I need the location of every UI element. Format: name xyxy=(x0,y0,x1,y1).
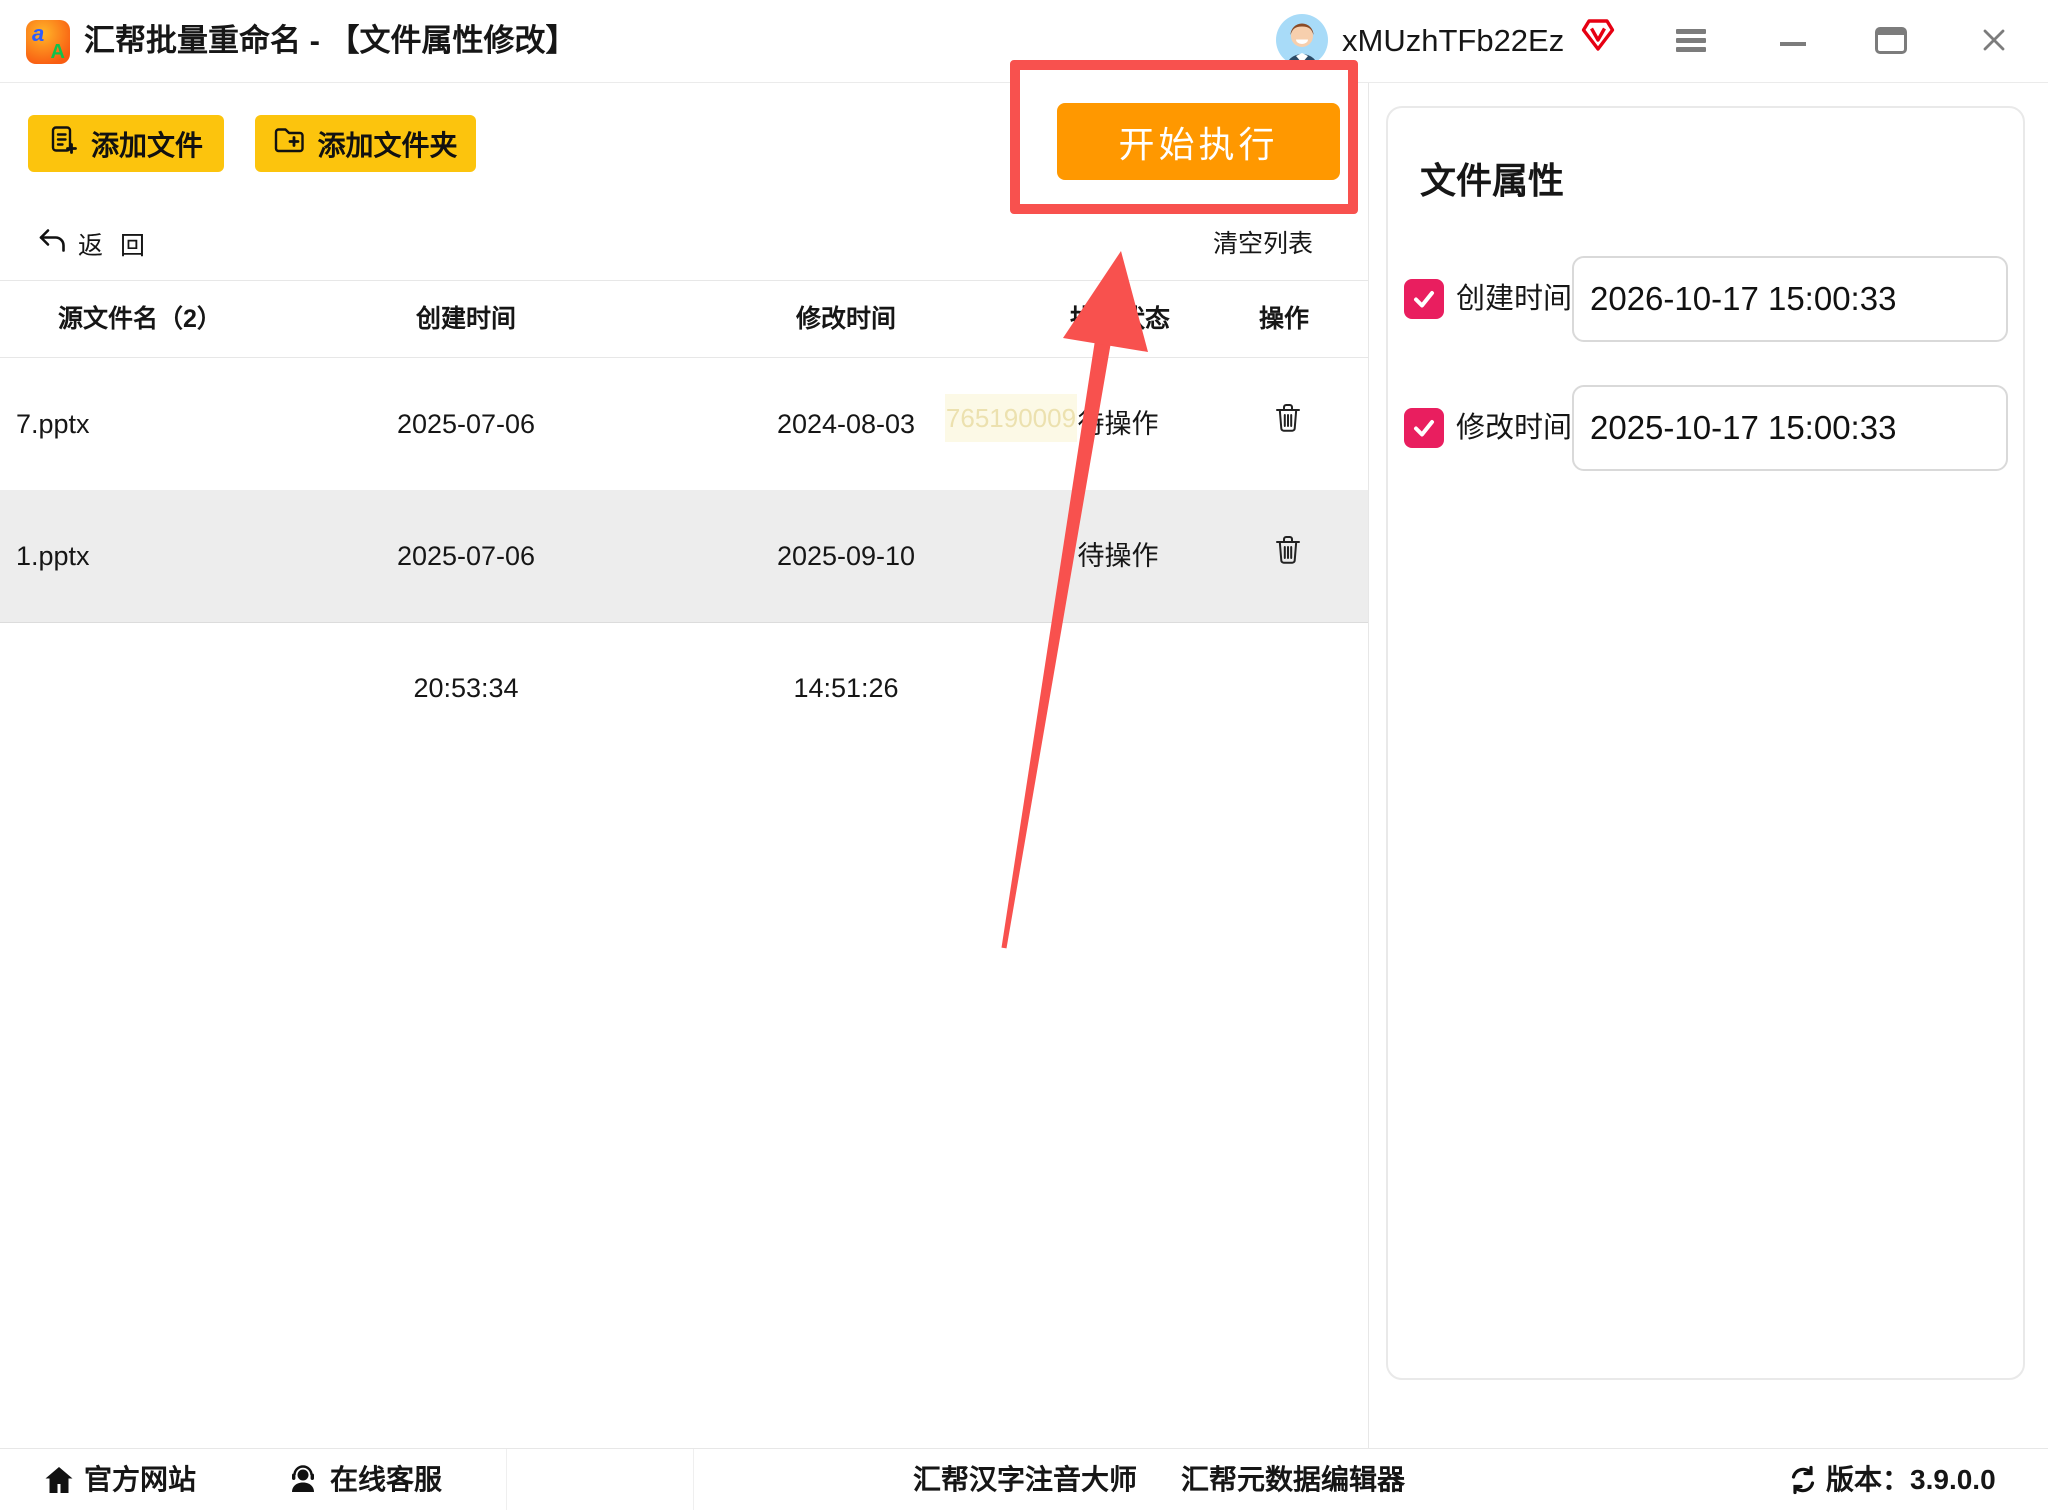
column-operation: 操作 xyxy=(1214,281,1354,357)
column-modified: 修改时间 xyxy=(776,281,916,357)
add-file-button[interactable]: 添加文件 xyxy=(28,115,224,172)
maximize-button[interactable] xyxy=(1875,27,1907,54)
product-link-pinyin[interactable]: 汇帮汉字注音大师 xyxy=(913,1449,1137,1510)
online-support-link[interactable]: 在线客服 xyxy=(330,1449,442,1510)
footer-separator xyxy=(506,1449,507,1510)
start-button[interactable]: 开始执行 xyxy=(1057,103,1340,180)
trash-icon xyxy=(1275,358,1301,490)
column-created: 创建时间 xyxy=(396,281,536,357)
back-button[interactable]: 返 回 xyxy=(38,226,145,262)
table-row[interactable]: 7.pptx 2025-07-06 20:53:35 2024-08-03 17… xyxy=(0,358,1368,490)
watermark: 765190009 xyxy=(945,394,1077,442)
created-time-label: 创建时间 xyxy=(1456,279,1572,319)
menu-icon[interactable] xyxy=(1676,29,1706,53)
official-website-link[interactable]: 官方网站 xyxy=(84,1449,196,1510)
add-folder-label: 添加文件夹 xyxy=(317,124,457,164)
column-status: 执行状态 xyxy=(1050,281,1190,357)
file-created-time: 2025-07-06 20:53:35 xyxy=(346,358,586,490)
update-icon xyxy=(1788,1465,1818,1495)
support-icon xyxy=(288,1465,318,1495)
back-label: 返 回 xyxy=(78,226,145,262)
add-folder-icon xyxy=(273,125,305,162)
add-file-icon xyxy=(49,125,79,162)
username: xMUzhTFb22Ez xyxy=(1342,0,1564,82)
app-logo-icon: a A xyxy=(26,20,70,64)
annotation-box: 开始执行 xyxy=(1010,60,1358,214)
column-source-name: 源文件名（2） xyxy=(58,281,222,357)
back-icon xyxy=(38,228,66,261)
status-badge: 待操作 xyxy=(1048,490,1188,622)
delete-row-button[interactable] xyxy=(1248,358,1328,490)
home-icon xyxy=(44,1465,74,1495)
file-name: 1.pptx xyxy=(16,490,90,622)
add-folder-button[interactable]: 添加文件夹 xyxy=(255,115,476,172)
version-label: 版本： xyxy=(1826,1464,1910,1495)
modified-time-input[interactable] xyxy=(1572,385,2008,471)
file-name: 7.pptx xyxy=(16,358,90,490)
file-created-time: 2025-07-06 20:53:34 xyxy=(346,490,586,622)
table-bottom-divider xyxy=(0,622,1368,623)
created-time-input[interactable] xyxy=(1572,256,2008,342)
window-title: 汇帮批量重命名 - 【文件属性修改】 xyxy=(84,0,577,82)
version-text: 版本：3.9.0.0 xyxy=(1826,1449,1996,1510)
trash-icon xyxy=(1275,490,1301,622)
footer: 官方网站 在线客服 汇帮汉字注音大师 汇帮元数据编辑器 版本：3.9.0.0 xyxy=(0,1448,2048,1510)
delete-row-button[interactable] xyxy=(1248,490,1328,622)
clear-list-button[interactable]: 清空列表 xyxy=(1213,226,1313,262)
created-time-checkbox[interactable] xyxy=(1404,279,1444,319)
close-button[interactable] xyxy=(1982,28,2006,52)
avatar[interactable] xyxy=(1276,14,1328,66)
modified-time-label: 修改时间 xyxy=(1456,408,1572,448)
product-link-metadata[interactable]: 汇帮元数据编辑器 xyxy=(1181,1449,1405,1510)
file-modified-time: 2025-09-10 14:51:26 xyxy=(726,490,966,622)
version-number: 3.9.0.0 xyxy=(1910,1464,1996,1495)
panel-divider xyxy=(1368,83,1369,1448)
table-header: 源文件名（2） 创建时间 修改时间 执行状态 操作 xyxy=(0,280,1368,358)
file-attributes-panel: 文件属性 创建时间 修改时间 xyxy=(1386,106,2025,1380)
file-modified-time: 2024-08-03 17:03:04 xyxy=(726,358,966,490)
app-window: a A 汇帮批量重命名 - 【文件属性修改】 xMUzhTFb22Ez xyxy=(0,0,2048,1510)
modified-time-checkbox[interactable] xyxy=(1404,408,1444,448)
footer-separator xyxy=(693,1449,694,1510)
panel-title: 文件属性 xyxy=(1420,152,1564,204)
vip-badge-icon[interactable] xyxy=(1580,18,1616,52)
add-file-label: 添加文件 xyxy=(91,124,203,164)
minimize-button[interactable] xyxy=(1780,42,1806,46)
table-row[interactable]: 1.pptx 2025-07-06 20:53:34 2025-09-10 14… xyxy=(0,490,1368,622)
